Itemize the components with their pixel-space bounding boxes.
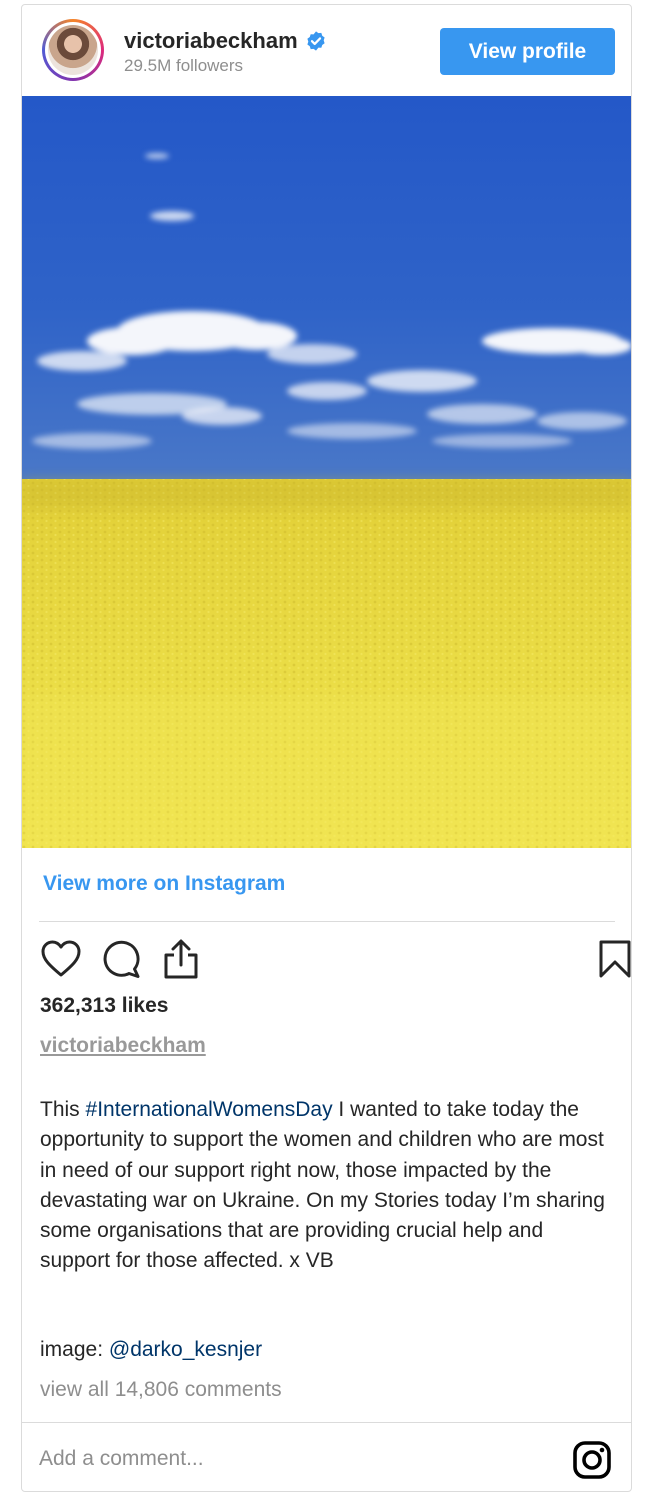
sky-and-field-image <box>22 96 631 848</box>
avatar-ring[interactable] <box>42 19 104 81</box>
comment-bubble-icon <box>103 940 140 978</box>
save-button[interactable] <box>593 937 631 981</box>
hashtag-link[interactable]: #InternationalWomensDay <box>86 1098 333 1121</box>
like-count[interactable]: 362,313 likes <box>40 994 168 1018</box>
post-image[interactable] <box>22 96 631 848</box>
verified-badge-icon <box>307 31 325 51</box>
caption-text-start: This <box>40 1098 86 1121</box>
bookmark-icon <box>599 940 631 978</box>
view-all-comments-link[interactable]: view all 14,806 comments <box>40 1378 282 1402</box>
image-credit: image: @darko_kesnjer <box>40 1338 262 1362</box>
image-credit-label: image: <box>40 1338 109 1361</box>
share-button[interactable] <box>159 937 203 981</box>
comment-button[interactable] <box>99 937 143 981</box>
view-profile-button[interactable]: View profile <box>440 28 615 75</box>
post-caption: This #InternationalWomensDay I wanted to… <box>40 1095 610 1277</box>
username-row: victoriabeckham <box>124 28 327 54</box>
action-bar <box>39 937 631 981</box>
follower-count: 29.5M followers <box>124 56 244 75</box>
view-more-link[interactable]: View more on Instagram <box>43 872 285 896</box>
instagram-embed-card: victoriabeckham 29.5M followers View pro… <box>21 4 632 1492</box>
username[interactable]: victoriabeckham <box>124 28 298 54</box>
owner-username-link[interactable]: victoriabeckham <box>40 1034 206 1058</box>
share-icon <box>164 939 198 979</box>
avatar <box>48 25 98 75</box>
like-button[interactable] <box>39 937 83 981</box>
mention-link[interactable]: @darko_kesnjer <box>109 1338 262 1361</box>
post-header: victoriabeckham 29.5M followers View pro… <box>22 5 631 96</box>
add-comment-input[interactable] <box>39 1443 539 1475</box>
comment-bar <box>22 1422 631 1491</box>
divider <box>39 921 615 922</box>
caption-text-body: I wanted to take today the opportunity t… <box>40 1098 605 1273</box>
heart-icon <box>41 940 81 977</box>
instagram-logo-icon[interactable] <box>572 1440 612 1480</box>
